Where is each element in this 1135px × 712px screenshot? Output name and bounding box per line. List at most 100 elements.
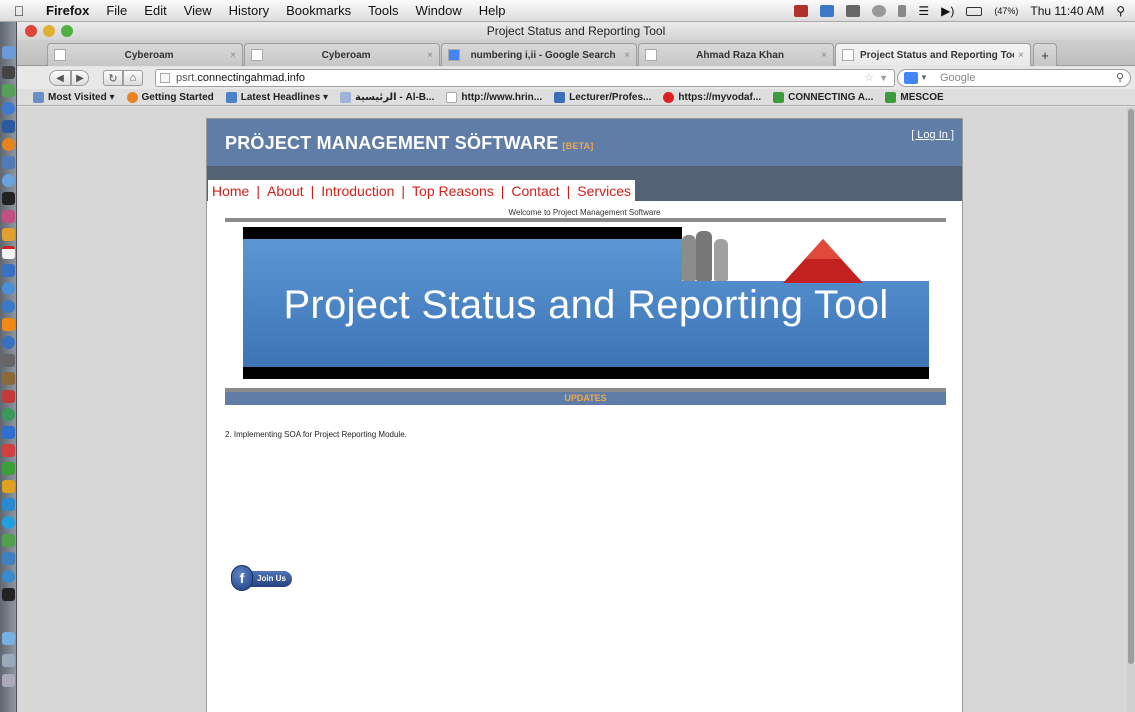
dock-folder-icon[interactable] [2,632,15,645]
bookmark-latest-headlines[interactable]: Latest Headlines ▾ [225,91,328,103]
minimize-window-button[interactable] [43,25,55,37]
tab-project-status[interactable]: Project Status and Reporting Tool × [835,43,1031,66]
bookmark-hrin[interactable]: http://www.hrin... [446,91,542,103]
contacts-icon[interactable] [820,5,835,17]
join-us-button[interactable]: Join Us f [231,565,292,591]
bluetooth-icon[interactable] [898,5,907,17]
search-engine-dropdown-icon[interactable]: ▼ [920,70,928,86]
dock-firefox-icon[interactable] [2,138,15,151]
dock-skype-icon[interactable] [2,516,15,529]
time-machine-icon[interactable] [872,5,887,17]
close-window-button[interactable] [25,25,37,37]
bookmark-star-icon[interactable]: ☆ [864,70,874,86]
dock-app-icon[interactable] [2,192,15,205]
nav-about[interactable]: About [267,183,304,199]
google-search-engine-icon[interactable] [904,72,918,84]
tab-cyberoam-2[interactable]: Cyberoam × [244,43,440,66]
bookmark-al-b[interactable]: الرئيسية - Al-B... [340,91,434,103]
dock-app-icon[interactable] [2,102,15,115]
tab-close-icon[interactable]: × [821,50,827,61]
dock-app-icon[interactable] [2,120,15,133]
apple-icon[interactable]:  [12,3,26,19]
bookmark-connecting-a[interactable]: CONNECTING A... [773,91,873,103]
menu-view[interactable]: View [184,3,212,18]
dock-app-icon[interactable] [2,174,15,187]
menu-history[interactable]: History [229,3,269,18]
nav-home[interactable]: Home [212,183,249,199]
dock-app-icon[interactable] [2,570,15,583]
bookmark-most-visited[interactable]: Most Visited ▾ [33,91,115,103]
login-link[interactable]: [ Log In ] [911,129,954,141]
dock-app-icon[interactable] [2,66,15,79]
dock-app-icon[interactable] [2,210,15,223]
dock-app-icon[interactable] [2,480,15,493]
tab-close-icon[interactable]: × [427,50,433,61]
tab-cyberoam-1[interactable]: Cyberoam × [47,43,243,66]
dock-app-icon[interactable] [2,444,15,457]
adobe-icon[interactable] [794,5,809,17]
bookmark-getting-started[interactable]: Getting Started [126,91,214,103]
nav-contact[interactable]: Contact [511,183,559,199]
clock[interactable]: Thu 11:40 AM [1030,4,1104,18]
dock-app-icon[interactable] [2,534,15,547]
menu-window[interactable]: Window [416,3,462,18]
home-button[interactable]: ⌂ [123,70,143,86]
search-bar[interactable]: ▼ Google ⚲ [897,69,1131,87]
dock-app-icon[interactable] [2,588,15,601]
back-button[interactable]: ◀ [49,70,71,86]
menu-tools[interactable]: Tools [368,3,398,18]
dock-app-icon[interactable] [2,354,15,367]
dock-word-icon[interactable] [2,426,15,439]
forward-button[interactable]: ▶ [71,70,89,86]
search-icon[interactable]: ⚲ [1116,70,1124,86]
volume-icon[interactable]: ▶) [941,4,954,18]
dock-downloads-icon[interactable] [2,654,15,667]
dock-app-icon[interactable] [2,264,15,277]
dock-app-icon[interactable] [2,336,15,349]
wifi-icon[interactable]: ☰ [918,4,929,18]
menu-file[interactable]: File [106,3,127,18]
menu-bookmarks[interactable]: Bookmarks [286,3,351,18]
dock-trash-icon[interactable] [2,674,15,687]
tab-close-icon[interactable]: × [624,50,630,61]
menu-help[interactable]: Help [479,3,506,18]
nav-introduction[interactable]: Introduction [321,183,394,199]
dock-app-icon[interactable] [2,228,15,241]
tab-google-search[interactable]: numbering i,ii - Google Search × [441,43,637,66]
bookmark-lecturer[interactable]: Lecturer/Profes... [554,91,651,103]
zoom-window-button[interactable] [61,25,73,37]
dock-excel-icon[interactable] [2,462,15,475]
dock-app-icon[interactable] [2,498,15,511]
url-dropdown-icon[interactable]: ▼ [879,70,888,86]
tab-ahmad-raza-khan[interactable]: Ahmad Raza Khan × [638,43,834,66]
window-titlebar[interactable]: Project Status and Reporting Tool [17,22,1135,40]
dock-calendar-icon[interactable] [2,246,15,259]
bookmark-myvodafone[interactable]: https://myvodaf... [663,91,761,103]
dock-app-icon[interactable] [2,552,15,565]
menu-app-firefox[interactable]: Firefox [46,3,89,18]
dock-app-icon[interactable] [2,408,15,421]
network-icon[interactable] [846,5,861,17]
dock-app-icon[interactable] [2,300,15,313]
menu-edit[interactable]: Edit [144,3,166,18]
dock-app-icon[interactable] [2,156,15,169]
dock-app-icon[interactable] [2,84,15,97]
tab-close-icon[interactable]: × [230,50,236,61]
dock-app-icon[interactable] [2,46,15,59]
reload-button[interactable]: ↻ [103,70,123,86]
dock-app-icon[interactable] [2,372,15,385]
bookmark-mescoe[interactable]: MESCOE [885,91,944,103]
new-tab-button[interactable]: + [1033,43,1057,66]
dock-app-icon[interactable] [2,390,15,403]
spotlight-search-icon[interactable]: ⚲ [1116,4,1125,18]
vertical-scrollbar[interactable] [1127,107,1135,712]
scrollbar-thumb[interactable] [1128,109,1134,664]
site-identity-icon[interactable] [160,73,170,83]
url-bar[interactable]: psrt.connectingahmad.info ☆ ▼ [155,69,895,87]
battery-icon[interactable] [966,6,983,16]
nav-top-reasons[interactable]: Top Reasons [412,183,494,199]
dock-app-icon[interactable] [2,282,15,295]
nav-services[interactable]: Services [577,183,631,199]
dock-vlc-icon[interactable] [2,318,15,331]
tab-close-icon[interactable]: × [1018,50,1024,61]
